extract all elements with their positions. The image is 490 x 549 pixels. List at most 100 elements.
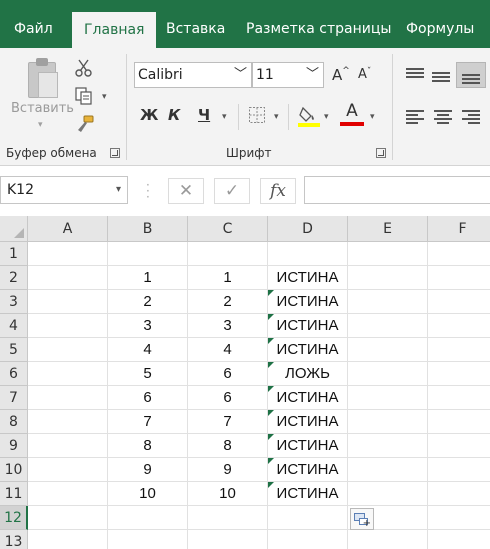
cell-d5[interactable]: ИСТИНА bbox=[268, 338, 348, 362]
cell-b12[interactable] bbox=[108, 506, 188, 530]
cell-a13[interactable] bbox=[28, 530, 108, 549]
cell-d12[interactable] bbox=[268, 506, 348, 530]
name-box[interactable]: K12 ▾ bbox=[0, 176, 128, 204]
row-header-7[interactable]: 7 bbox=[0, 386, 28, 410]
row-header-13[interactable]: 13 bbox=[0, 530, 28, 549]
cell-a11[interactable] bbox=[28, 482, 108, 506]
cell-e1[interactable] bbox=[348, 242, 428, 266]
cell-b3[interactable]: 2 bbox=[108, 290, 188, 314]
error-indicator-icon[interactable] bbox=[268, 314, 274, 320]
align-bottom-button[interactable] bbox=[456, 62, 486, 88]
align-left-icon[interactable] bbox=[406, 110, 424, 124]
align-center-icon[interactable] bbox=[434, 110, 452, 124]
cell-c3[interactable]: 2 bbox=[188, 290, 268, 314]
cell-b13[interactable] bbox=[108, 530, 188, 549]
column-header-f[interactable]: F bbox=[428, 216, 490, 242]
cell-e3[interactable] bbox=[348, 290, 428, 314]
cell-c6[interactable]: 6 bbox=[188, 362, 268, 386]
cell-d4[interactable]: ИСТИНА bbox=[268, 314, 348, 338]
cell-f6[interactable] bbox=[428, 362, 490, 386]
row-header-12[interactable]: 12 bbox=[0, 506, 28, 530]
bold-button[interactable]: Ж bbox=[140, 106, 158, 124]
formula-bar-grip[interactable]: · · · bbox=[146, 179, 150, 203]
cell-d11[interactable]: ИСТИНА bbox=[268, 482, 348, 506]
cell-a8[interactable] bbox=[28, 410, 108, 434]
font-color-button[interactable]: A bbox=[340, 102, 364, 126]
row-header-9[interactable]: 9 bbox=[0, 434, 28, 458]
cell-f12[interactable] bbox=[428, 506, 490, 530]
clipboard-launcher-icon[interactable] bbox=[110, 148, 120, 158]
cell-e5[interactable] bbox=[348, 338, 428, 362]
tab-insert[interactable]: Вставка bbox=[154, 0, 237, 48]
row-header-6[interactable]: 6 bbox=[0, 362, 28, 386]
error-indicator-icon[interactable] bbox=[268, 386, 274, 392]
chevron-down-icon[interactable]: ▾ bbox=[370, 112, 375, 122]
column-header-d[interactable]: D bbox=[268, 216, 348, 242]
align-top-icon[interactable] bbox=[406, 68, 424, 82]
cell-b8[interactable]: 7 bbox=[108, 410, 188, 434]
cell-e8[interactable] bbox=[348, 410, 428, 434]
italic-button[interactable]: К bbox=[168, 106, 180, 124]
error-indicator-icon[interactable] bbox=[268, 338, 274, 344]
fill-color-icon[interactable] bbox=[298, 104, 320, 128]
cell-a2[interactable] bbox=[28, 266, 108, 290]
chevron-down-icon[interactable]: ▾ bbox=[274, 112, 279, 122]
cell-d6[interactable]: ЛОЖЬ bbox=[268, 362, 348, 386]
cell-f8[interactable] bbox=[428, 410, 490, 434]
copy-icon[interactable] bbox=[74, 86, 94, 106]
cell-a5[interactable] bbox=[28, 338, 108, 362]
cell-f2[interactable] bbox=[428, 266, 490, 290]
cell-b2[interactable]: 1 bbox=[108, 266, 188, 290]
column-header-e[interactable]: E bbox=[348, 216, 428, 242]
cell-f5[interactable] bbox=[428, 338, 490, 362]
cell-a4[interactable] bbox=[28, 314, 108, 338]
formula-input[interactable] bbox=[304, 176, 490, 204]
increase-font-size-button[interactable]: A^ bbox=[332, 66, 350, 84]
cell-d1[interactable] bbox=[268, 242, 348, 266]
error-indicator-icon[interactable] bbox=[268, 410, 274, 416]
borders-icon[interactable] bbox=[248, 106, 266, 124]
row-header-1[interactable]: 1 bbox=[0, 242, 28, 266]
cell-c2[interactable]: 1 bbox=[188, 266, 268, 290]
tab-page-layout[interactable]: Разметка страницы bbox=[234, 0, 403, 48]
cell-c10[interactable]: 9 bbox=[188, 458, 268, 482]
cell-b5[interactable]: 4 bbox=[108, 338, 188, 362]
align-right-icon[interactable] bbox=[462, 110, 480, 124]
cell-a6[interactable] bbox=[28, 362, 108, 386]
format-painter-icon[interactable] bbox=[74, 114, 96, 134]
chevron-down-icon[interactable]: ▾ bbox=[324, 112, 329, 122]
font-launcher-icon[interactable] bbox=[376, 148, 386, 158]
cell-e2[interactable] bbox=[348, 266, 428, 290]
error-indicator-icon[interactable] bbox=[268, 290, 274, 296]
cell-f9[interactable] bbox=[428, 434, 490, 458]
paste-button[interactable]: Вставить ▾ bbox=[4, 48, 74, 144]
cell-a1[interactable] bbox=[28, 242, 108, 266]
font-size-select[interactable]: 11 ﹀ bbox=[252, 62, 324, 88]
row-header-10[interactable]: 10 bbox=[0, 458, 28, 482]
cell-c4[interactable]: 3 bbox=[188, 314, 268, 338]
row-header-3[interactable]: 3 bbox=[0, 290, 28, 314]
cell-e7[interactable] bbox=[348, 386, 428, 410]
tab-home[interactable]: Главная bbox=[72, 12, 157, 48]
cell-a9[interactable] bbox=[28, 434, 108, 458]
error-indicator-icon[interactable] bbox=[268, 458, 274, 464]
cell-e9[interactable] bbox=[348, 434, 428, 458]
cell-e10[interactable] bbox=[348, 458, 428, 482]
cell-f4[interactable] bbox=[428, 314, 490, 338]
cell-b1[interactable] bbox=[108, 242, 188, 266]
cell-f1[interactable] bbox=[428, 242, 490, 266]
cell-b4[interactable]: 3 bbox=[108, 314, 188, 338]
column-header-b[interactable]: B bbox=[108, 216, 188, 242]
cell-b6[interactable]: 5 bbox=[108, 362, 188, 386]
cell-e4[interactable] bbox=[348, 314, 428, 338]
cell-c8[interactable]: 7 bbox=[188, 410, 268, 434]
error-indicator-icon[interactable] bbox=[268, 434, 274, 440]
row-header-8[interactable]: 8 bbox=[0, 410, 28, 434]
cell-b11[interactable]: 10 bbox=[108, 482, 188, 506]
cell-b7[interactable]: 6 bbox=[108, 386, 188, 410]
cell-c1[interactable] bbox=[188, 242, 268, 266]
chevron-down-icon[interactable]: ▾ bbox=[102, 92, 107, 102]
chevron-down-icon[interactable]: ▾ bbox=[222, 112, 227, 122]
cell-f10[interactable] bbox=[428, 458, 490, 482]
underline-button[interactable]: Ч bbox=[198, 106, 210, 124]
